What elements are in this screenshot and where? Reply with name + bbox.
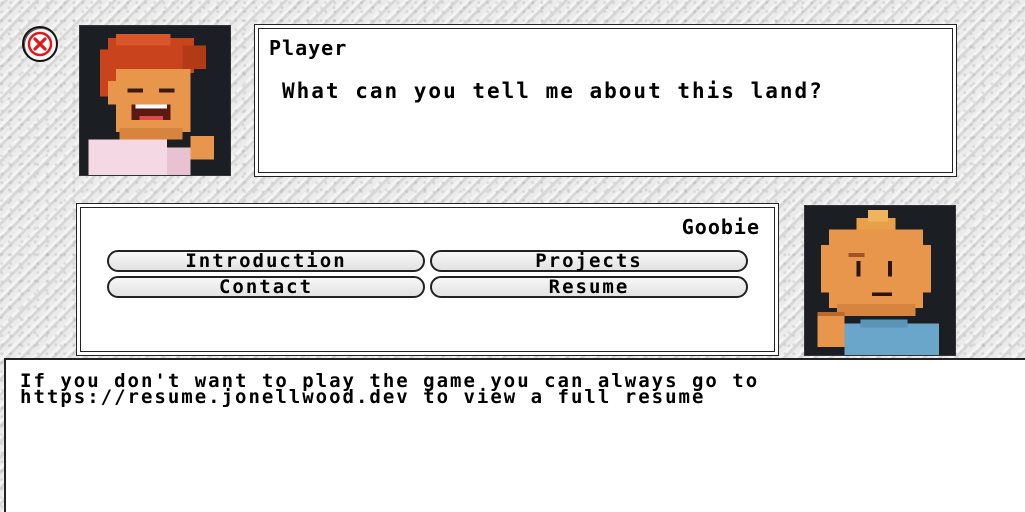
close-button[interactable] (22, 26, 58, 62)
player-portrait (79, 25, 231, 176)
player-dialogue-text: What can you tell me about this land? (282, 79, 824, 103)
npc-dialogue-box: Goobie Introduction Projects Contact Res… (80, 207, 775, 352)
choice-contact-button[interactable]: Contact (107, 276, 425, 298)
player-name: Player (269, 36, 348, 60)
choice-projects-button[interactable]: Projects (430, 250, 748, 272)
choice-introduction-button[interactable]: Introduction (107, 250, 425, 272)
console-line: https://resume.jonellwood.dev to view a … (20, 386, 706, 408)
player-avatar-image (80, 26, 230, 175)
close-x-icon (27, 31, 53, 57)
choice-resume-button[interactable]: Resume (430, 276, 748, 298)
info-console: If you don't want to play the game you c… (4, 358, 1025, 512)
player-dialogue-box: Player What can you tell me about this l… (258, 28, 953, 173)
goobie-avatar-image (805, 206, 955, 355)
goobie-portrait (804, 205, 956, 356)
npc-name: Goobie (681, 215, 760, 239)
